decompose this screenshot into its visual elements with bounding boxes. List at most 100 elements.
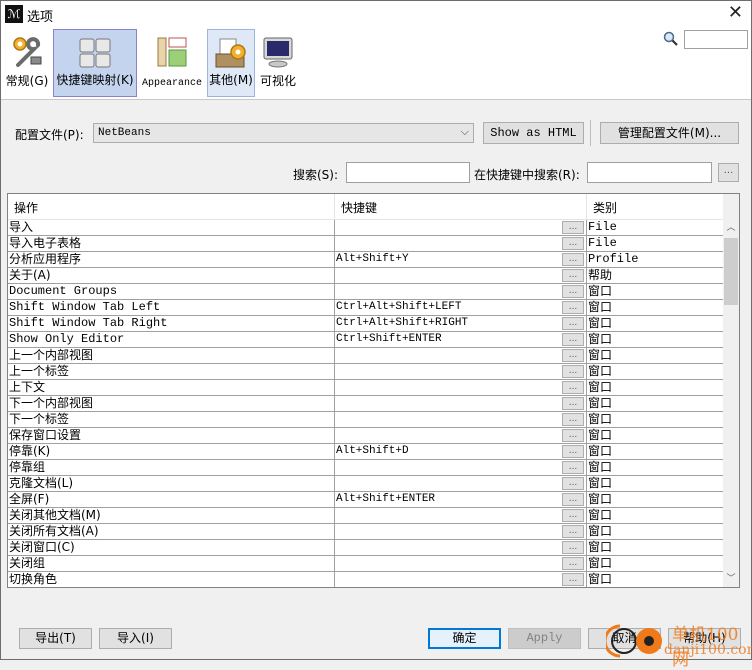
edit-shortcut-button[interactable]: ... <box>562 461 584 474</box>
cell-shortcut[interactable] <box>334 364 586 379</box>
edit-shortcut-button[interactable]: ... <box>562 445 584 458</box>
table-row[interactable]: 上下文... 窗口 <box>8 380 723 396</box>
category-visualization[interactable]: 可视化 <box>257 29 299 97</box>
edit-shortcut-button[interactable]: ... <box>562 333 584 346</box>
cell-shortcut[interactable] <box>334 412 586 427</box>
scrollbar-thumb[interactable] <box>724 238 738 305</box>
help-button[interactable]: 帮助(H) <box>668 628 741 649</box>
table-row[interactable]: 关闭窗口(C)... 窗口 <box>8 540 723 556</box>
table-row[interactable]: 导入电子表格... File <box>8 236 723 252</box>
scroll-down-arrow-icon[interactable]: ﹀ <box>723 571 739 587</box>
table-row[interactable]: 上一个内部视图... 窗口 <box>8 348 723 364</box>
cell-action[interactable]: 上一个标签 <box>8 364 334 379</box>
scroll-up-arrow-icon[interactable]: ︿ <box>723 220 739 236</box>
column-header-shortcut[interactable]: 快捷键 <box>334 194 586 219</box>
edit-shortcut-button[interactable]: ... <box>562 525 584 538</box>
edit-shortcut-button[interactable]: ... <box>562 557 584 570</box>
cell-shortcut[interactable] <box>334 460 586 475</box>
edit-shortcut-button[interactable]: ... <box>562 317 584 330</box>
cell-action[interactable]: 关闭其他文档(M) <box>8 508 334 523</box>
cell-shortcut[interactable] <box>334 268 586 283</box>
edit-shortcut-button[interactable]: ... <box>562 365 584 378</box>
close-icon[interactable]: ✕ <box>728 3 743 23</box>
edit-shortcut-button[interactable]: ... <box>562 429 584 442</box>
table-row[interactable]: 关闭其他文档(M)... 窗口 <box>8 508 723 524</box>
show-as-html-button[interactable]: Show as HTML <box>483 122 584 144</box>
cell-shortcut[interactable]: Alt+Shift+Y <box>334 252 586 267</box>
cell-action[interactable]: 下一个内部视图 <box>8 396 334 411</box>
cancel-button[interactable]: 取消 <box>588 628 661 649</box>
edit-shortcut-button[interactable]: ... <box>562 269 584 282</box>
edit-shortcut-button[interactable]: ... <box>562 253 584 266</box>
edit-shortcut-button[interactable]: ... <box>562 541 584 554</box>
export-button[interactable]: 导出(T) <box>19 628 92 649</box>
column-header-action[interactable]: 操作 <box>8 194 334 219</box>
cell-action[interactable]: 停靠(K) <box>8 444 334 459</box>
edit-shortcut-button[interactable]: ... <box>562 413 584 426</box>
cell-action[interactable]: 关于(A) <box>8 268 334 283</box>
cell-shortcut[interactable] <box>334 236 586 251</box>
edit-shortcut-button[interactable]: ... <box>562 237 584 250</box>
import-button[interactable]: 导入(I) <box>99 628 172 649</box>
cell-action[interactable]: 停靠组 <box>8 460 334 475</box>
table-row[interactable]: 上一个标签... 窗口 <box>8 364 723 380</box>
cell-action[interactable]: 分析应用程序 <box>8 252 334 267</box>
table-row[interactable]: 切换角色... 窗口 <box>8 572 723 587</box>
manage-profiles-button[interactable]: 管理配置文件(M)... <box>600 122 739 144</box>
action-search-input[interactable] <box>346 162 470 183</box>
cell-shortcut[interactable] <box>334 380 586 395</box>
cell-action[interactable]: 切换角色 <box>8 572 334 587</box>
table-row[interactable]: Shift Window Tab Left Ctrl+Alt+Shift+LEFT… <box>8 300 723 316</box>
cell-shortcut[interactable] <box>334 540 586 555</box>
profile-dropdown[interactable]: NetBeans ⌵ <box>93 123 474 143</box>
edit-shortcut-button[interactable]: ... <box>562 221 584 234</box>
cell-shortcut[interactable]: Alt+Shift+ENTER <box>334 492 586 507</box>
table-row[interactable]: 停靠组... 窗口 <box>8 460 723 476</box>
category-general[interactable]: 常规(G) <box>3 29 51 97</box>
ok-button[interactable]: 确定 <box>428 628 501 649</box>
table-row[interactable]: Show Only Editor Ctrl+Shift+ENTER... 窗口 <box>8 332 723 348</box>
cell-action[interactable]: Show Only Editor <box>8 332 334 347</box>
table-row[interactable]: Document Groups... 窗口 <box>8 284 723 300</box>
edit-shortcut-button[interactable]: ... <box>562 509 584 522</box>
cell-action[interactable]: 上一个内部视图 <box>8 348 334 363</box>
table-row[interactable]: 分析应用程序 Alt+Shift+Y... Profile <box>8 252 723 268</box>
table-row[interactable]: 停靠(K) Alt+Shift+D... 窗口 <box>8 444 723 460</box>
edit-shortcut-button[interactable]: ... <box>562 493 584 506</box>
cell-action[interactable]: 关闭窗口(C) <box>8 540 334 555</box>
table-row[interactable]: Shift Window Tab Right Ctrl+Alt+Shift+RIG… <box>8 316 723 332</box>
cell-action[interactable]: 下一个标签 <box>8 412 334 427</box>
table-row[interactable]: 全屏(F) Alt+Shift+ENTER... 窗口 <box>8 492 723 508</box>
cell-action[interactable]: 导入 <box>8 220 334 235</box>
cell-shortcut[interactable] <box>334 284 586 299</box>
apply-button[interactable]: Apply <box>508 628 581 649</box>
cell-shortcut[interactable]: Ctrl+Alt+Shift+RIGHT <box>334 316 586 331</box>
cell-action[interactable]: 上下文 <box>8 380 334 395</box>
edit-shortcut-button[interactable]: ... <box>562 301 584 314</box>
cell-shortcut[interactable] <box>334 556 586 571</box>
cell-action[interactable]: 保存窗口设置 <box>8 428 334 443</box>
cell-shortcut[interactable] <box>334 476 586 491</box>
cell-action[interactable]: Document Groups <box>8 284 334 299</box>
table-row[interactable]: 关闭所有文档(A)... 窗口 <box>8 524 723 540</box>
shortcut-search-input[interactable] <box>587 162 712 183</box>
edit-shortcut-button[interactable]: ... <box>562 381 584 394</box>
table-row[interactable]: 关闭组... 窗口 <box>8 556 723 572</box>
cell-action[interactable]: 关闭所有文档(A) <box>8 524 334 539</box>
table-row[interactable]: 克隆文档(L)... 窗口 <box>8 476 723 492</box>
edit-shortcut-button[interactable]: ... <box>562 573 584 586</box>
cell-shortcut[interactable] <box>334 348 586 363</box>
edit-shortcut-button[interactable]: ... <box>562 397 584 410</box>
category-appearance[interactable]: Appearance <box>139 29 205 97</box>
cell-shortcut[interactable] <box>334 396 586 411</box>
cell-shortcut[interactable] <box>334 524 586 539</box>
cell-action[interactable]: 克隆文档(L) <box>8 476 334 491</box>
shortcut-record-button[interactable]: ... <box>718 163 739 182</box>
cell-action[interactable]: 关闭组 <box>8 556 334 571</box>
edit-shortcut-button[interactable]: ... <box>562 285 584 298</box>
cell-action[interactable]: Shift Window Tab Left <box>8 300 334 315</box>
cell-action[interactable]: Shift Window Tab Right <box>8 316 334 331</box>
column-header-category[interactable]: 类别 <box>586 194 723 219</box>
cell-action[interactable]: 导入电子表格 <box>8 236 334 251</box>
cell-shortcut[interactable] <box>334 220 586 235</box>
